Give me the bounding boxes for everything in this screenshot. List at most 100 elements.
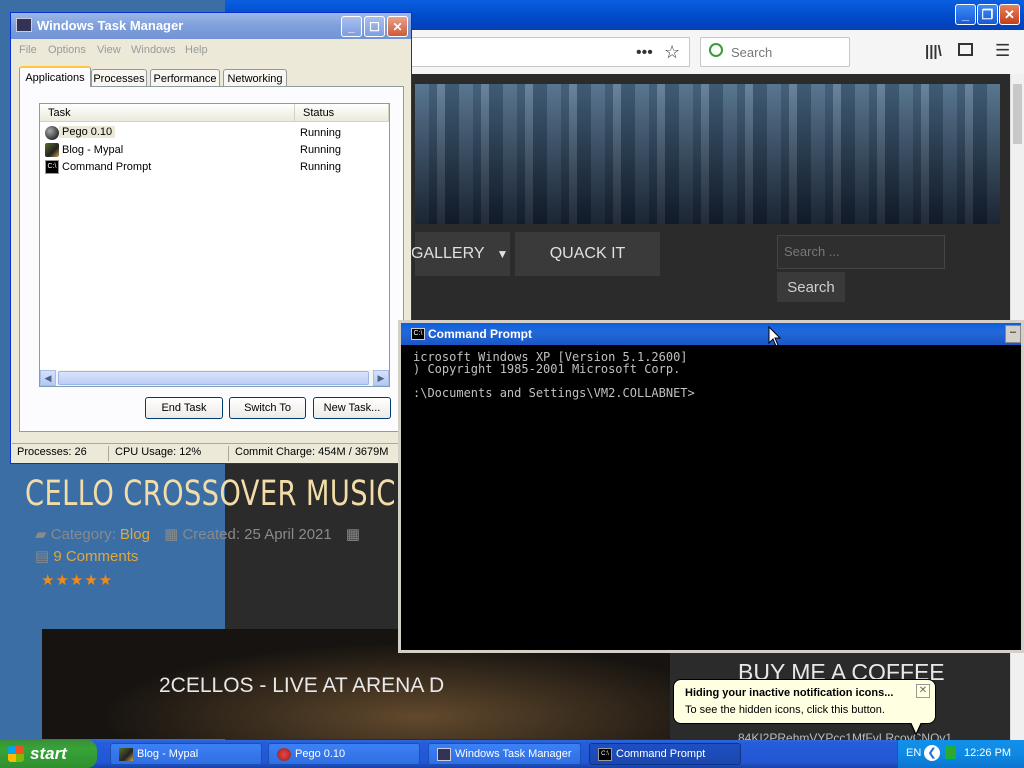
taskbar-item-command-prompt[interactable]: C:\ Command Prompt xyxy=(589,743,741,765)
taskbar-item-task-manager[interactable]: Windows Task Manager xyxy=(428,743,581,765)
folder-icon: ▰ xyxy=(35,526,51,543)
scroll-right-button[interactable]: ▶ xyxy=(373,370,389,386)
tm-close-button[interactable]: ✕ xyxy=(387,16,408,37)
taskbar-item-blog[interactable]: Blog - Mypal xyxy=(110,743,262,765)
tab-networking[interactable]: Networking xyxy=(223,69,287,87)
column-task-label: Task xyxy=(48,106,71,119)
browser-search-box[interactable]: Search xyxy=(700,37,850,67)
task-name: Pego 0.10 xyxy=(59,126,116,138)
task-manager-titlebar[interactable]: Windows Task Manager _ ☐ ✕ xyxy=(11,13,411,39)
browser-restore-button[interactable]: ❐ xyxy=(977,4,998,25)
site-search-button[interactable]: Search xyxy=(777,272,845,302)
switch-to-button[interactable]: Switch To xyxy=(229,397,306,419)
new-task-button[interactable]: New Task... xyxy=(313,397,391,419)
taskbar-item-label: Windows Task Manager xyxy=(455,748,572,760)
sidebar-icon[interactable] xyxy=(958,43,973,56)
chevron-down-icon: ▼ xyxy=(496,247,509,261)
end-task-button[interactable]: End Task xyxy=(145,397,223,419)
status-commit: Commit Charge: 454M / 3679M xyxy=(235,446,389,458)
article-comments[interactable]: ▤ 9 Comments xyxy=(35,547,138,565)
page-actions-icon[interactable]: ••• xyxy=(636,44,653,62)
nav-quack-it[interactable]: QUACK IT xyxy=(515,232,660,276)
site-banner-image xyxy=(415,84,1000,224)
category-link[interactable]: Blog xyxy=(120,526,150,543)
mouse-cursor-icon xyxy=(768,326,782,347)
browser-minimize-button[interactable]: _ xyxy=(955,4,976,25)
task-status: Running xyxy=(300,161,341,173)
menu-hamburger-icon[interactable]: ☰ xyxy=(995,41,1010,61)
browser-search-placeholder: Search xyxy=(731,45,773,60)
site-search-placeholder: Search ... xyxy=(784,244,840,259)
cmd-minimize-button[interactable]: – xyxy=(1005,325,1021,343)
bookmark-star-icon[interactable]: ☆ xyxy=(664,42,680,63)
show-hidden-icons-button[interactable]: ❮ xyxy=(924,745,940,761)
task-row[interactable]: Blog - Mypal Running xyxy=(40,142,389,159)
banner-overlay xyxy=(415,84,1000,224)
command-prompt-window[interactable]: C:\ Command Prompt – icrosoft Windows XP… xyxy=(398,320,1024,653)
cmd-titlebar[interactable]: C:\ Command Prompt – xyxy=(401,323,1021,345)
search-engine-icon xyxy=(709,43,723,57)
browser-close-button[interactable]: ✕ xyxy=(999,4,1020,25)
taskbar-item-label: Blog - Mypal xyxy=(137,748,199,760)
site-search-button-label: Search xyxy=(787,278,835,296)
site-search-input[interactable]: Search ... xyxy=(777,235,945,269)
nav-gallery[interactable]: GALLERY ▼ xyxy=(411,232,510,276)
task-name: Command Prompt xyxy=(62,161,152,173)
start-button[interactable]: start xyxy=(0,740,97,768)
rating-stars[interactable]: ★★★★★ xyxy=(41,571,113,589)
tab-applications[interactable]: Applications xyxy=(19,66,91,87)
menu-options[interactable]: Options xyxy=(48,44,86,56)
taskbar-item-label: Pego 0.10 xyxy=(295,748,346,760)
task-row[interactable]: C:\ Command Prompt Running xyxy=(40,159,389,176)
tab-networking-label: Networking xyxy=(227,72,283,85)
cmd-icon: C:\ xyxy=(598,748,612,761)
cmd-icon: C:\ xyxy=(45,160,59,174)
tab-processes[interactable]: Processes xyxy=(91,69,147,87)
pego-icon xyxy=(277,748,291,761)
menu-view[interactable]: View xyxy=(97,44,121,56)
network-icon[interactable] xyxy=(945,746,956,759)
applications-panel: Task Status Pego 0.10 Running Blog - Myp… xyxy=(19,86,404,432)
column-header-status[interactable]: Status xyxy=(295,104,389,122)
clock[interactable]: 12:26 PM xyxy=(964,747,1011,759)
balloon-tail-inner xyxy=(911,722,921,733)
column-status-label: Status xyxy=(303,106,335,119)
mypal-icon xyxy=(45,143,59,157)
system-tray: EN ❮ 12:26 PM xyxy=(897,740,1024,768)
menu-file[interactable]: File xyxy=(19,44,37,56)
comments-link[interactable]: 9 Comments xyxy=(53,548,138,565)
task-row[interactable]: Pego 0.10 Running xyxy=(40,125,389,142)
article-category: ▰ Category: Blog ▦ Created: 25 April 202… xyxy=(35,525,360,543)
switch-to-label: Switch To xyxy=(244,402,291,414)
tm-minimize-button[interactable]: _ xyxy=(341,16,362,37)
browser-scroll-thumb[interactable] xyxy=(1013,84,1022,144)
comment-icon: ▤ xyxy=(35,548,54,565)
scroll-left-button[interactable]: ◀ xyxy=(40,370,56,386)
scroll-thumb[interactable] xyxy=(58,371,369,385)
balloon-body: To see the hidden icons, click this butt… xyxy=(685,704,885,716)
taskbar-item-pego[interactable]: Pego 0.10 xyxy=(268,743,420,765)
cmd-title: Command Prompt xyxy=(428,327,533,341)
article-title[interactable]: CELLO CROSSOVER MUSIC - xyxy=(25,474,415,514)
task-manager-icon xyxy=(437,748,451,761)
menu-help[interactable]: Help xyxy=(185,44,208,56)
cmd-line: ) Copyright 1985-2001 Microsoft Corp. xyxy=(413,362,681,376)
notification-balloon[interactable]: Hiding your inactive notification icons.… xyxy=(673,679,936,724)
cmd-title-icon: C:\ xyxy=(411,328,425,340)
nav-gallery-label: GALLERY xyxy=(411,245,485,262)
created-date: Created: 25 April 2021 xyxy=(182,526,332,543)
tm-maximize-button[interactable]: ☐ xyxy=(364,16,385,37)
column-header-task[interactable]: Task xyxy=(40,104,295,122)
task-list[interactable]: Task Status Pego 0.10 Running Blog - Myp… xyxy=(39,103,390,387)
video-title: 2CELLOS - LIVE AT ARENA D xyxy=(159,674,445,697)
task-list-hscrollbar[interactable]: ◀ ▶ xyxy=(40,370,389,386)
cmd-prompt[interactable]: :\Documents and Settings\VM2.COLLABNET> xyxy=(413,386,695,400)
tab-performance[interactable]: Performance xyxy=(150,69,220,87)
balloon-close-icon[interactable]: ✕ xyxy=(916,684,930,698)
status-processes: Processes: 26 xyxy=(14,446,109,461)
menu-windows[interactable]: Windows xyxy=(131,44,176,56)
url-bar[interactable]: ••• ☆ xyxy=(410,37,690,67)
calendar-icon: ▦ xyxy=(164,526,183,543)
language-indicator[interactable]: EN xyxy=(906,747,921,759)
library-icon[interactable]: |||\ xyxy=(925,43,942,60)
